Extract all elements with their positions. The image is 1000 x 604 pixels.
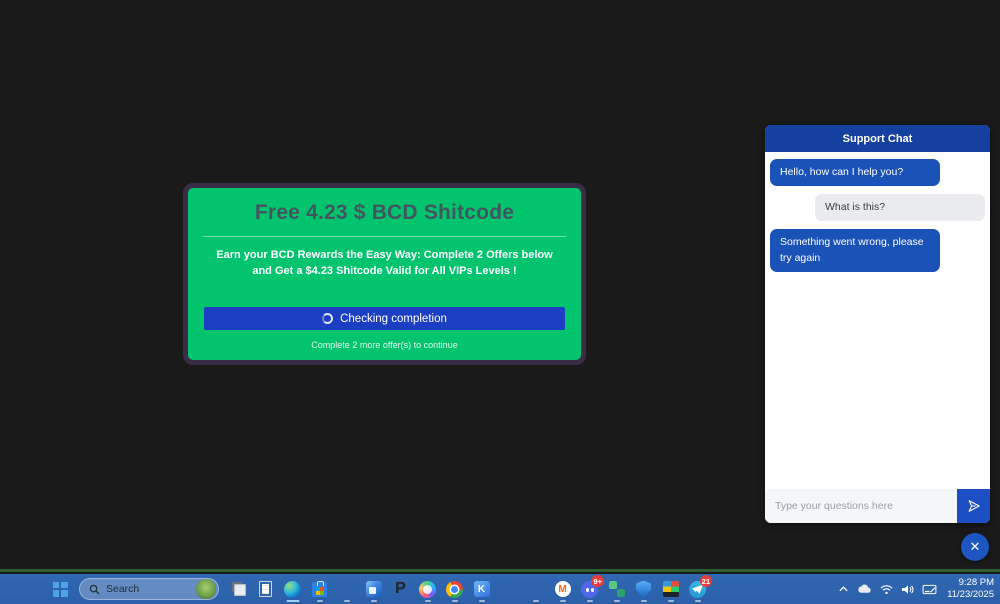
page-bottom-edge	[0, 569, 1000, 572]
grid-app-icon	[663, 581, 679, 597]
store-running-indicator	[317, 600, 323, 602]
chevron-up-icon[interactable]	[838, 585, 849, 593]
copilot-running-indicator	[425, 600, 431, 602]
taskbar-icon-task-view[interactable]	[225, 575, 252, 603]
chrome-icon	[446, 581, 463, 598]
taskbar-icon-notepad[interactable]	[252, 575, 279, 603]
notepad-icon	[259, 581, 272, 597]
send-button[interactable]	[957, 489, 990, 523]
taskbar-icon-edge[interactable]	[279, 575, 306, 603]
chat-close-button[interactable]: ✕	[961, 533, 989, 561]
offer-footnote: Complete 2 more offer(s) to continue	[188, 340, 581, 350]
volume-icon[interactable]	[901, 584, 914, 595]
touch-keyboard-icon[interactable]	[922, 584, 937, 595]
taskbar-app-icons: P K M 9+ 21	[225, 575, 711, 603]
chat-message-bot: Hello, how can I help you?	[770, 159, 940, 186]
windows-logo-icon	[53, 582, 68, 597]
support-chat-title: Support Chat	[843, 133, 913, 145]
telegram-running-indicator	[695, 600, 701, 602]
offer-description: Earn your BCD Rewards the Easy Way: Comp…	[210, 248, 559, 280]
taskbar-icon-discord[interactable]: 9+	[576, 575, 603, 603]
close-icon: ✕	[970, 539, 981, 555]
defender-running-indicator	[641, 600, 647, 602]
k-app-running-indicator	[479, 600, 485, 602]
store-icon	[312, 582, 327, 597]
offer-title: Free 4.23 $ BCD Shitcode	[188, 201, 581, 225]
chrome-running-indicator	[452, 600, 458, 602]
discord-badge: 9+	[591, 575, 604, 587]
taskbar-icon-chrome[interactable]	[441, 575, 468, 603]
taskbar-icon-telegram[interactable]: 21	[684, 575, 711, 603]
taskbar-icon-file-explorer[interactable]	[333, 575, 360, 603]
file-explorer-running-indicator	[344, 600, 350, 602]
system-tray: 9:28 PM 11/23/2025	[838, 574, 994, 604]
outlook-icon	[366, 581, 382, 597]
chat-messages: Hello, how can I help you? What is this? S…	[765, 152, 990, 489]
taskbar-search[interactable]: Search	[79, 578, 219, 600]
start-button[interactable]	[45, 575, 75, 603]
clock[interactable]: 9:28 PM 11/23/2025	[947, 577, 994, 602]
discord-running-indicator	[587, 600, 593, 602]
succulent-weather-icon	[196, 579, 216, 599]
taskbar-icon-defender[interactable]	[630, 575, 657, 603]
chat-message-bot: Something went wrong, please try again	[770, 229, 940, 271]
grid-app-running-indicator	[668, 600, 674, 602]
taskbar-icon-store[interactable]	[306, 575, 333, 603]
support-chat-panel: Support Chat Hello, how can I help you? W…	[765, 125, 990, 523]
taskbar-icon-green-app[interactable]	[603, 575, 630, 603]
taskbar-icon-monero[interactable]: M	[549, 575, 576, 603]
search-label: Search	[106, 583, 196, 595]
edge-running-indicator	[286, 600, 299, 602]
defender-icon	[636, 581, 651, 598]
taskbar-icon-lens-app[interactable]	[495, 575, 522, 603]
chat-input-row	[765, 489, 990, 523]
wifi-icon[interactable]	[880, 584, 893, 595]
monero-running-indicator	[560, 600, 566, 602]
support-chat-header: Support Chat	[765, 125, 990, 152]
outlook-running-indicator	[371, 600, 377, 602]
p-app-icon: P	[392, 580, 410, 598]
green-app-icon	[608, 580, 626, 598]
taskbar-icon-audio-app[interactable]	[522, 575, 549, 603]
telegram-badge: 21	[700, 575, 712, 587]
file-explorer-icon	[338, 580, 356, 598]
spinner-icon	[322, 313, 333, 324]
task-view-icon	[230, 580, 248, 598]
taskbar-icon-outlook[interactable]	[360, 575, 387, 603]
clock-date: 11/23/2025	[947, 589, 994, 601]
chat-message-user: What is this?	[815, 194, 985, 221]
green-app-running-indicator	[614, 600, 620, 602]
edge-icon	[284, 581, 301, 598]
chat-input[interactable]	[765, 489, 957, 523]
offer-divider	[203, 236, 566, 237]
audio-app-running-indicator	[533, 600, 539, 602]
checking-completion-label: Checking completion	[340, 313, 447, 325]
copilot-icon	[419, 581, 436, 598]
monero-icon: M	[555, 581, 571, 597]
audio-app-icon	[527, 580, 545, 598]
taskbar: Search P K M 9+ 21	[0, 574, 1000, 604]
offer-card: Free 4.23 $ BCD Shitcode Earn your BCD R…	[183, 183, 586, 365]
checking-completion-button[interactable]: Checking completion	[204, 307, 565, 330]
clock-time: 9:28 PM	[947, 577, 994, 589]
send-icon	[966, 498, 982, 514]
k-app-icon: K	[474, 581, 490, 597]
taskbar-icon-p-app[interactable]: P	[387, 575, 414, 603]
taskbar-icon-grid-app[interactable]	[657, 575, 684, 603]
search-icon	[89, 584, 100, 595]
onedrive-cloud-icon[interactable]	[857, 584, 872, 594]
lens-app-icon	[500, 580, 518, 598]
taskbar-icon-copilot[interactable]	[414, 575, 441, 603]
taskbar-icon-k-app[interactable]: K	[468, 575, 495, 603]
